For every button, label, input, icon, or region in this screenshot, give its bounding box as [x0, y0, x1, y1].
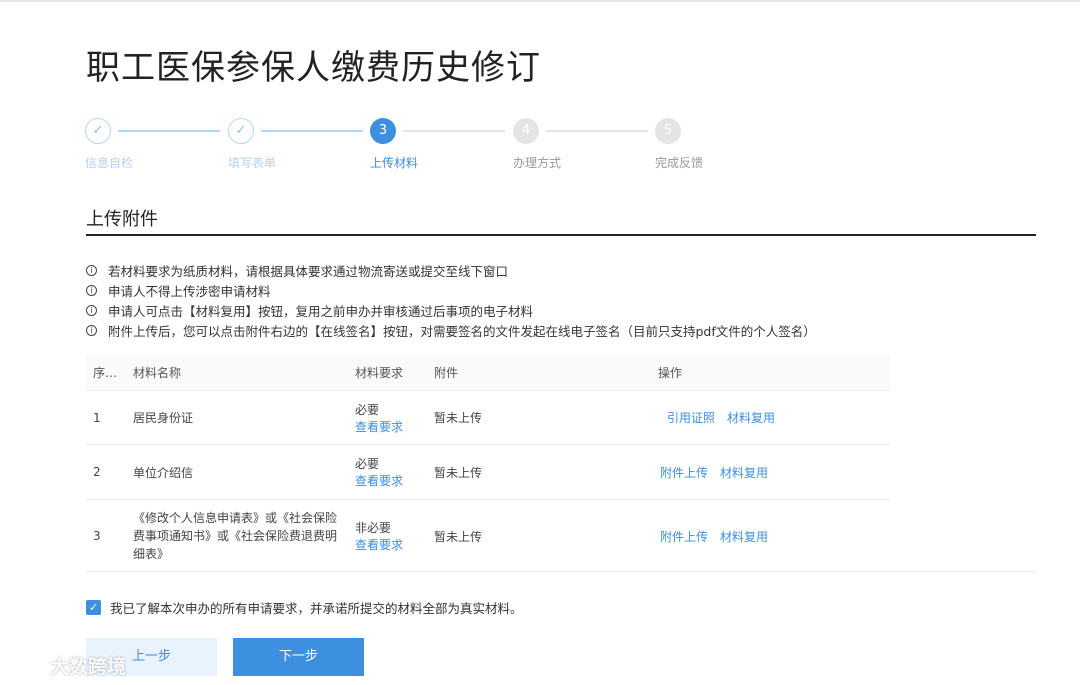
step-label: 填写表单	[228, 156, 277, 170]
operation-cell: 附件上传 材料复用	[658, 445, 858, 499]
material-name-line: 细表》	[133, 547, 170, 561]
info-icon: i	[86, 264, 97, 276]
step-number: 3	[370, 118, 396, 144]
step-label: 信息自检	[85, 156, 134, 170]
notice-item: i 若材料要求为纸质材料，请根据具体要求通过物流寄送或提交至线下窗口	[86, 260, 816, 280]
requirement-level: 非必要	[355, 521, 392, 535]
watermark: 大数跨境	[8, 652, 126, 679]
operation-cell: 附件上传 材料复用	[658, 500, 858, 572]
reuse-material-link[interactable]: 材料复用	[720, 528, 768, 545]
header-requirement-label: 材料要求	[355, 366, 404, 380]
row-number: 2	[93, 465, 101, 479]
material-name-line: 费事项通知书》或《社会保险费退费明	[133, 529, 338, 543]
notice-text: 附件上传后，您可以点击附件右边的【在线签名】按钮，对需要签名的文件发起在线电子签…	[108, 323, 816, 339]
attachment-status: 暂未上传	[434, 529, 483, 544]
watermark-logo-icon	[10, 657, 45, 674]
step-connector	[546, 130, 648, 132]
notice-item: i 申请人可点击【材料复用】按钮，复用之前申办并审核通过后事项的电子材料	[86, 300, 816, 320]
notice-item: i 申请人不得上传涉密申请材料	[86, 280, 816, 300]
step-label: 上传材料	[370, 156, 419, 170]
step-connector	[118, 130, 220, 132]
page-title: 职工医保参保人缴费历史修订	[86, 48, 541, 88]
attachment-status: 暂未上传	[434, 465, 483, 480]
requirement-cell: 必要 查看要求	[355, 391, 435, 444]
attachment-status: 暂未上传	[434, 411, 483, 425]
info-icon: i	[86, 324, 97, 336]
next-step-button[interactable]: 下一步	[233, 638, 364, 676]
check-icon: ✓	[228, 118, 254, 144]
material-name: 《修改个人信息申请表》或《社会保险 费事项通知书》或《社会保险费退费明 细表》	[133, 500, 348, 572]
step-connector	[261, 130, 363, 132]
step-connector	[403, 130, 505, 132]
watermark-text: 大数跨境	[50, 656, 127, 678]
row-number: 3	[93, 529, 101, 543]
requirement-level: 必要	[355, 402, 380, 417]
reuse-material-link[interactable]: 材料复用	[720, 464, 768, 481]
table-row: 2 单位介绍信 必要 查看要求 暂未上传 附件上传 材料复用	[86, 445, 890, 500]
table-header: 序… 材料名称 材料要求 附件 操作	[86, 355, 890, 391]
upload-attachment-link[interactable]: 附件上传	[660, 464, 708, 481]
view-requirement-link[interactable]: 查看要求	[355, 418, 403, 435]
info-icon: i	[86, 304, 97, 316]
progress-steps: ✓ 信息自检 ✓ 填写表单 3 上传材料 4 办理方式 5 完成反馈	[85, 118, 785, 178]
agreement-checkbox[interactable]: ✓	[86, 600, 101, 615]
section-divider	[86, 234, 1036, 236]
material-name-line: 《修改个人信息申请表》或《社会保险	[133, 511, 338, 525]
cite-license-link[interactable]: 引用证照	[667, 409, 715, 426]
material-name: 单位介绍信	[133, 465, 194, 480]
requirement-cell: 非必要 查看要求	[355, 500, 435, 572]
section-title: 上传附件	[86, 209, 158, 230]
requirement-level: 必要	[355, 457, 380, 471]
materials-table: 序… 材料名称 材料要求 附件 操作 1 居民身份证 必要 查看要求 暂未上传 …	[86, 355, 890, 572]
step-number: 5	[655, 118, 681, 144]
top-divider	[0, 0, 1080, 2]
view-requirement-link[interactable]: 查看要求	[355, 472, 403, 489]
header-name: 材料名称	[133, 366, 182, 380]
step-label: 完成反馈	[655, 156, 704, 170]
notice-list: i 若材料要求为纸质材料，请根据具体要求通过物流寄送或提交至线下窗口 i 申请人…	[86, 260, 816, 340]
header-requirement: 材料要求	[355, 355, 435, 390]
agreement-text: 我已了解本次申办的所有申请要求，并承诺所提交的材料全部为真实材料。	[110, 601, 523, 616]
info-icon: i	[86, 284, 97, 296]
agreement: ✓ 我已了解本次申办的所有申请要求，并承诺所提交的材料全部为真实材料。	[86, 598, 523, 617]
reuse-material-link[interactable]: 材料复用	[727, 409, 775, 426]
check-icon: ✓	[85, 118, 111, 144]
requirement-cell: 必要 查看要求	[355, 445, 435, 499]
notice-text: 申请人不得上传涉密申请材料	[108, 283, 271, 299]
view-requirement-link[interactable]: 查看要求	[355, 536, 403, 553]
operation-cell: 引用证照 材料复用	[658, 391, 858, 444]
header-no[interactable]: 序…	[93, 355, 123, 390]
step-number: 4	[513, 118, 539, 144]
upload-attachment-link[interactable]: 附件上传	[660, 528, 708, 545]
notice-text: 若材料要求为纸质材料，请根据具体要求通过物流寄送或提交至线下窗口	[108, 263, 509, 279]
table-bottom-divider	[86, 571, 1036, 572]
material-name: 居民身份证	[133, 411, 194, 425]
notice-text: 申请人可点击【材料复用】按钮，复用之前申办并审核通过后事项的电子材料	[108, 303, 534, 319]
header-attachment: 附件	[434, 366, 459, 380]
step-label: 办理方式	[513, 156, 562, 170]
header-operation: 操作	[658, 366, 683, 380]
table-row: 1 居民身份证 必要 查看要求 暂未上传 引用证照 材料复用	[86, 391, 890, 445]
table-row: 3 《修改个人信息申请表》或《社会保险 费事项通知书》或《社会保险费退费明 细表…	[86, 500, 890, 572]
notice-item: i 附件上传后，您可以点击附件右边的【在线签名】按钮，对需要签名的文件发起在线电…	[86, 320, 816, 340]
row-number: 1	[93, 410, 101, 425]
